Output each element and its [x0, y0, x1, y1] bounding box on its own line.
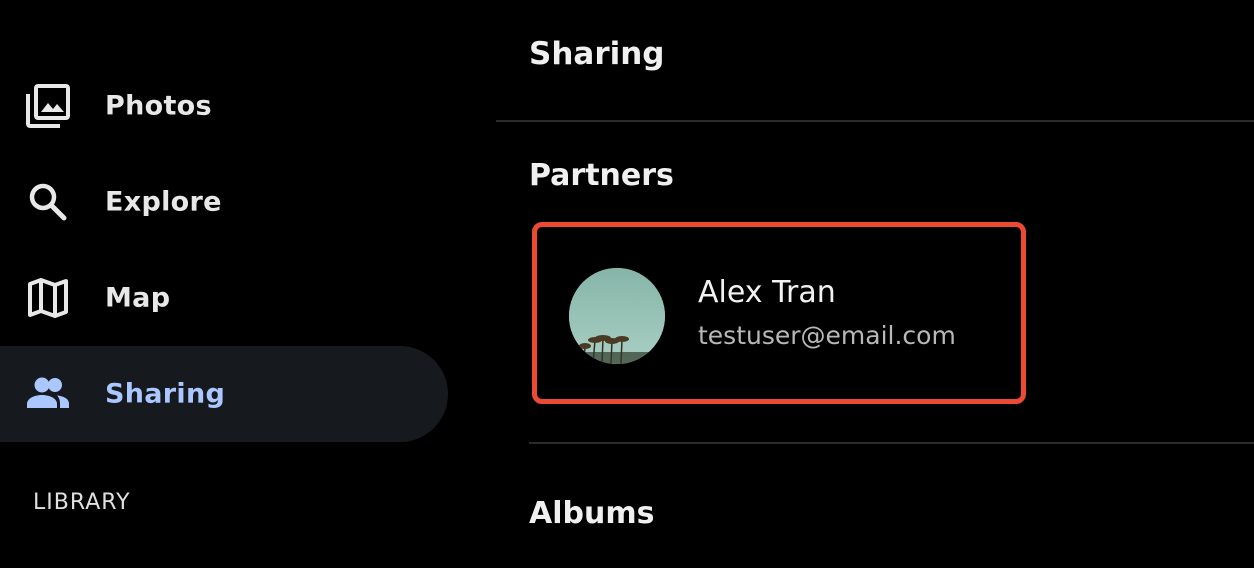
search-icon	[24, 178, 72, 226]
sidebar-item-label: Explore	[105, 186, 222, 218]
sidebar: Photos Explore Map Sharing LIBRARY	[0, 0, 496, 568]
sidebar-item-label: Sharing	[105, 378, 226, 410]
partners-heading: Partners	[529, 158, 674, 193]
partner-card[interactable]: Alex Tran testuser@email.com	[532, 222, 1026, 404]
sidebar-item-map[interactable]: Map	[0, 250, 448, 346]
avatar	[569, 268, 665, 364]
people-icon	[24, 370, 72, 418]
divider	[529, 442, 1254, 444]
palm-trees-avatar	[569, 268, 665, 364]
sidebar-item-photos[interactable]: Photos	[0, 58, 448, 154]
photos-icon	[24, 82, 72, 130]
divider	[496, 120, 1254, 122]
page-title: Sharing	[529, 36, 665, 72]
partner-name: Alex Tran	[698, 275, 836, 310]
map-icon	[24, 274, 72, 322]
partner-email: testuser@email.com	[698, 321, 956, 350]
main-panel: Sharing Partners Alex Tran testuser@emai…	[496, 0, 1254, 568]
sidebar-item-label: Map	[105, 282, 171, 314]
sidebar-item-sharing[interactable]: Sharing	[0, 346, 448, 442]
albums-heading: Albums	[529, 496, 655, 531]
sidebar-item-label: Photos	[105, 90, 212, 122]
sidebar-item-explore[interactable]: Explore	[0, 154, 448, 250]
library-section-label: LIBRARY	[33, 490, 131, 515]
